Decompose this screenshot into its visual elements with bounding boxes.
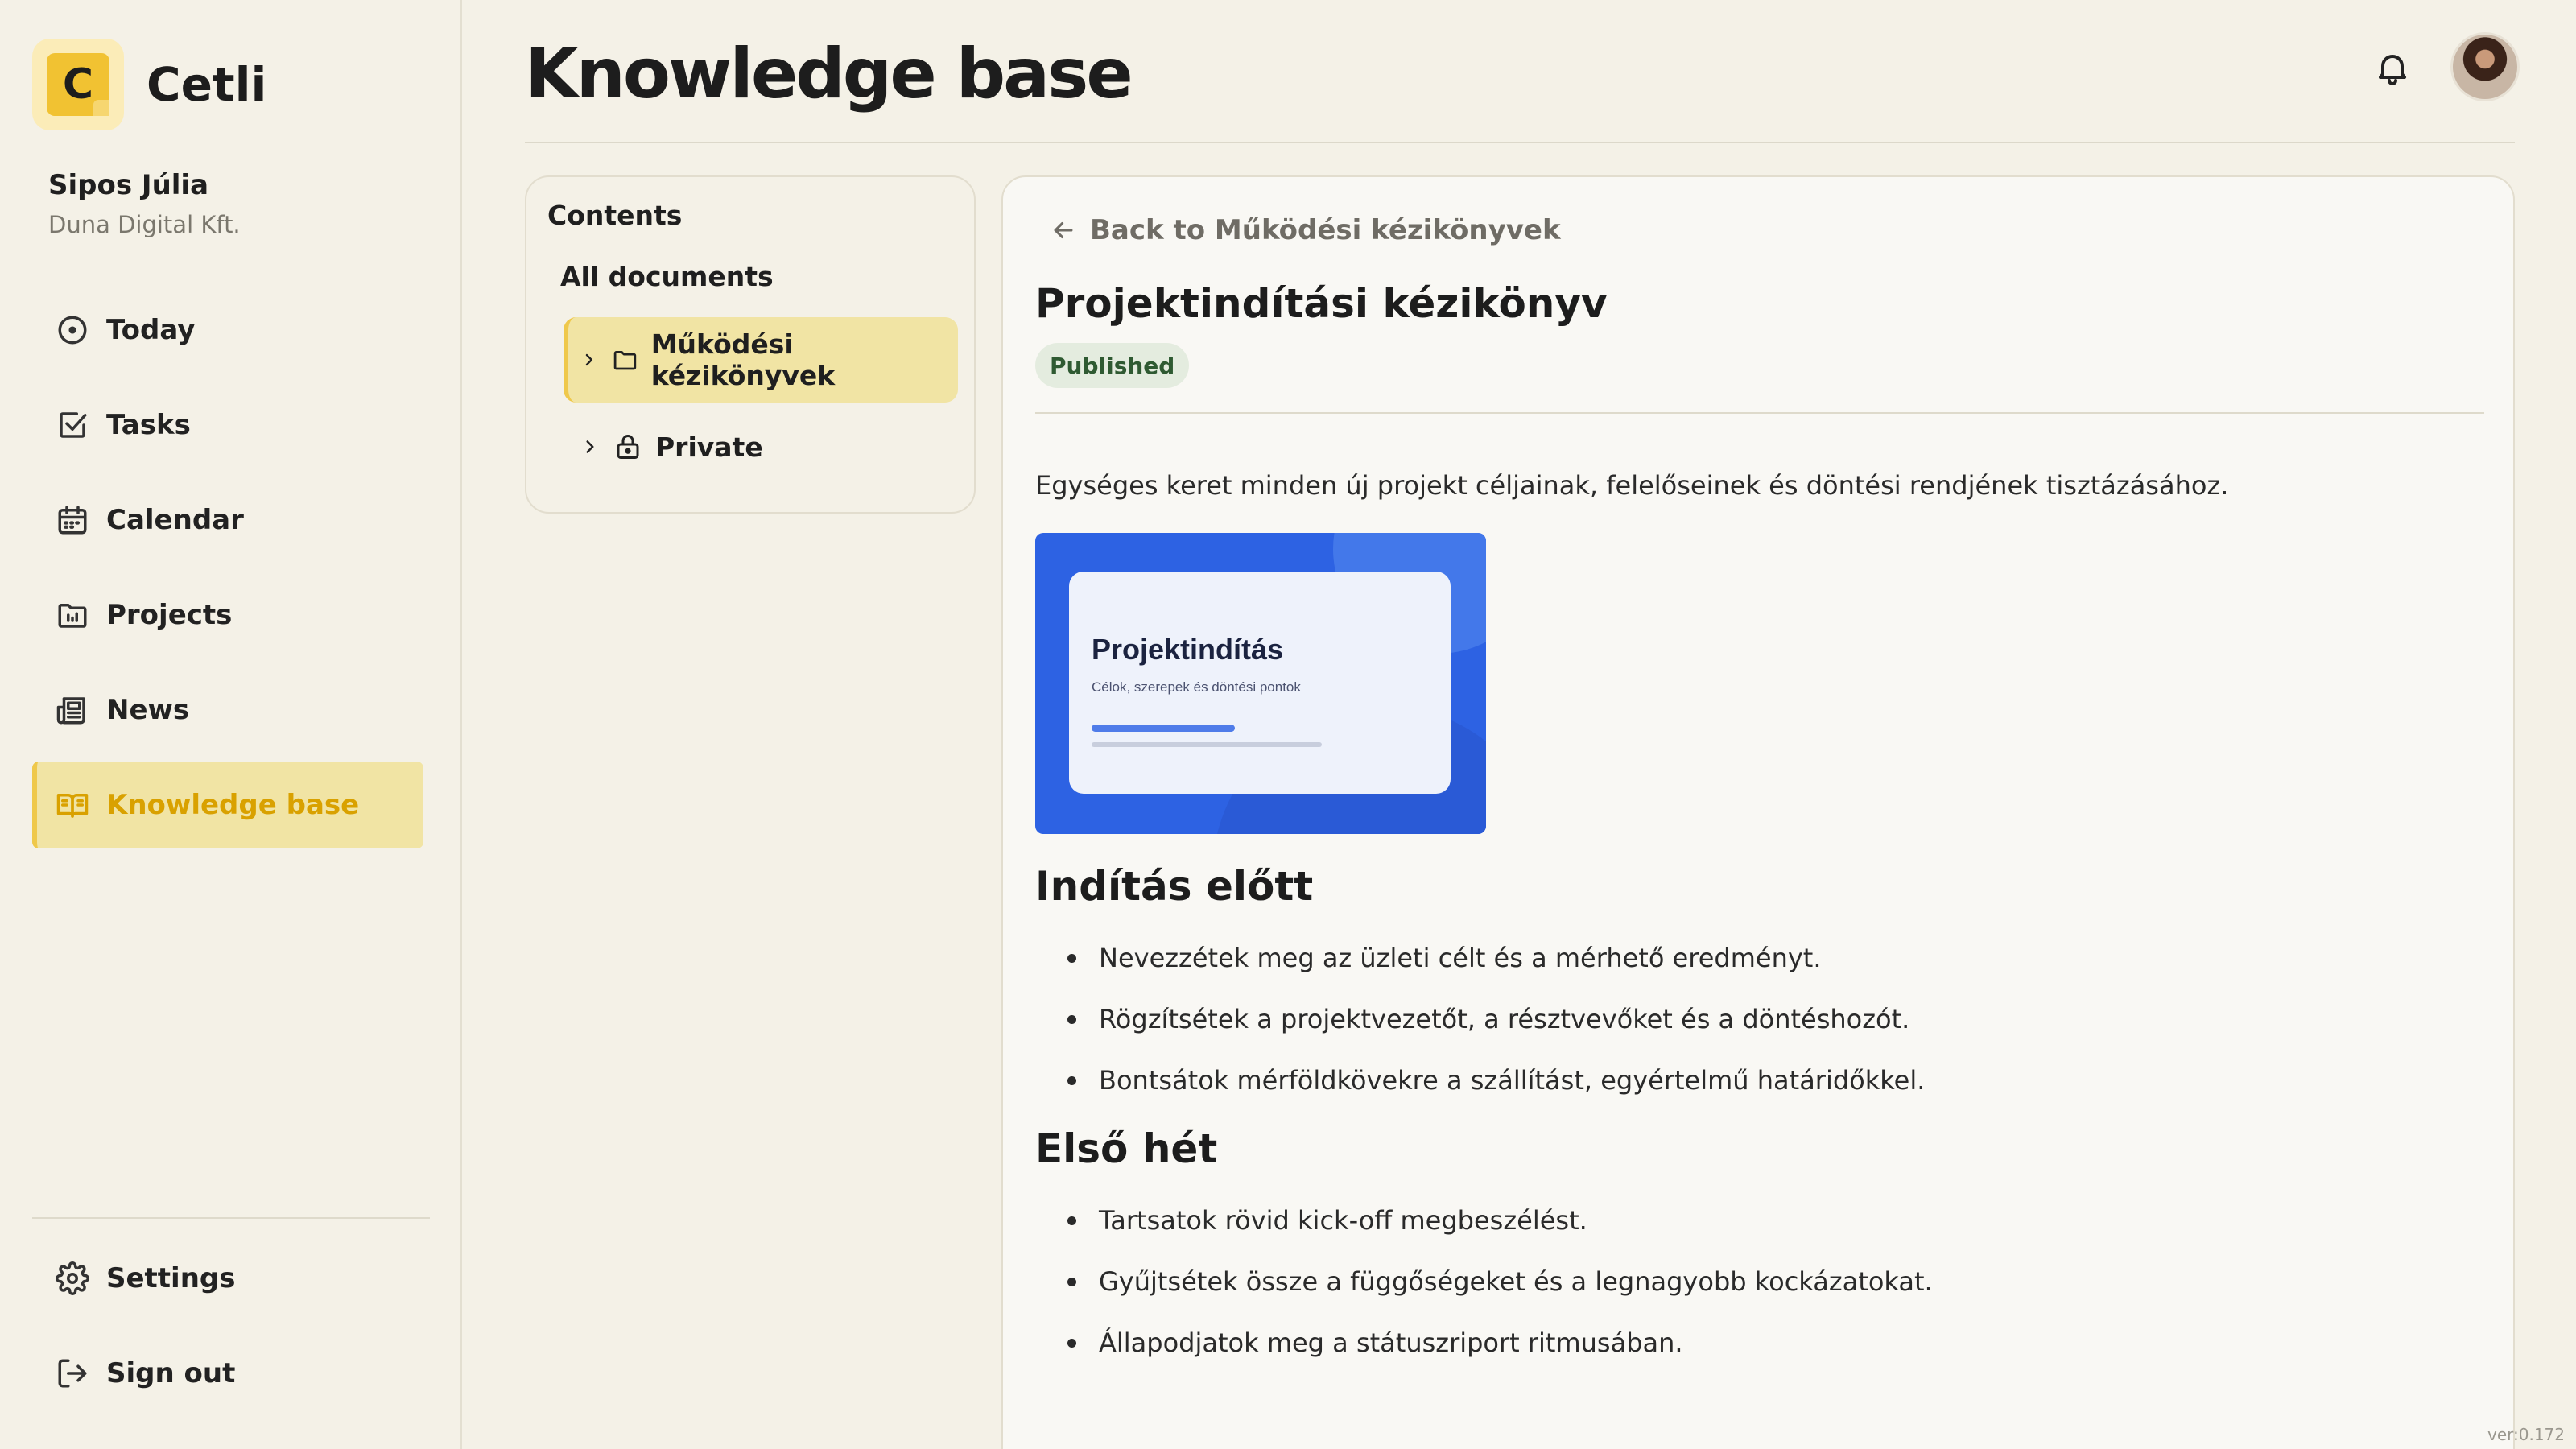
cover-subtitle: Célok, szerepek és döntési pontok: [1092, 679, 1301, 695]
tree-item-label: Működési kézikönyvek: [650, 328, 836, 391]
article-divider: [1035, 412, 2484, 414]
back-link[interactable]: Back to Működési kézikönyvek: [1050, 214, 1561, 246]
nav-item-knowledge-base[interactable]: Knowledge base: [32, 762, 423, 848]
lock-icon: [617, 435, 639, 459]
nav-item-label: Tasks: [106, 409, 191, 441]
nav-item-label: Settings: [106, 1262, 236, 1294]
section-heading: Indítás előtt: [1035, 863, 1314, 910]
calendar-icon: [55, 502, 90, 538]
nav-item-settings[interactable]: Settings: [32, 1235, 423, 1322]
arrow-left-icon: [1054, 221, 1073, 239]
nav-divider: [32, 1217, 430, 1219]
list-item: Rögzítsétek a projektvezetőt, a résztvev…: [1067, 989, 2436, 1050]
status-badge: Published: [1035, 343, 1190, 388]
avatar[interactable]: [2450, 32, 2520, 101]
nav-item-sign-out[interactable]: Sign out: [32, 1330, 423, 1417]
article-panel: Back to Működési kézikönyvek Projektindí…: [1001, 175, 2515, 1449]
sidebar: C Cetli Sipos Júlia Duna Digital Kft. To…: [0, 0, 462, 1449]
app-name: Cetli: [147, 57, 267, 112]
newspaper-icon: [55, 692, 90, 728]
tree-item-private[interactable]: Private: [564, 404, 958, 489]
user-name: Sipos Júlia: [48, 169, 209, 201]
list-item: Nevezzétek meg az üzleti célt és a mérhe…: [1067, 927, 2436, 989]
nav-item-label: News: [106, 694, 190, 726]
header-divider: [525, 142, 2515, 143]
checkbox-icon: [55, 407, 90, 443]
chevron-right-icon[interactable]: [580, 349, 599, 370]
version-label: ver:0.172: [2487, 1425, 2565, 1444]
contents-panel: Contents All documents Működési kéziköny…: [525, 175, 976, 514]
book-open-icon: [55, 787, 90, 823]
app-logo-letter: C: [47, 53, 109, 116]
nav-item-label: Today: [106, 314, 196, 346]
tree-item-mukodesi-kezikonyvek[interactable]: Működési kézikönyvek: [564, 317, 958, 402]
nav-item-news[interactable]: News: [32, 667, 423, 753]
cover-card: Projektindítás Célok, szerepek és döntés…: [1069, 572, 1451, 794]
chevron-right-icon[interactable]: [580, 436, 601, 457]
nav-item-projects[interactable]: Projects: [32, 572, 423, 658]
cover-image: Projektindítás Célok, szerepek és döntés…: [1035, 533, 1486, 834]
tree-item-label: Private: [655, 431, 763, 463]
bell-icon[interactable]: [2373, 48, 2412, 87]
nav-item-today[interactable]: Today: [32, 287, 423, 374]
nav-item-tasks[interactable]: Tasks: [32, 382, 423, 469]
document-title: Projektindítási kézikönyv: [1035, 280, 1608, 327]
all-documents-link[interactable]: All documents: [560, 261, 774, 292]
list-item: Gyűjtsétek össze a függőségeket és a leg…: [1067, 1251, 2436, 1312]
nav-item-calendar[interactable]: Calendar: [32, 477, 423, 564]
cover-bar: [1092, 742, 1322, 747]
section-heading: Első hét: [1035, 1125, 1218, 1172]
contents-title: Contents: [547, 200, 683, 231]
brand[interactable]: C Cetli: [32, 39, 266, 130]
nav-item-label: Calendar: [106, 504, 244, 536]
list-item: Bontsátok mérföldkövekre a szállítást, e…: [1067, 1050, 2436, 1111]
clock-icon: [55, 312, 90, 348]
bottom-nav: Settings Sign out: [32, 1235, 423, 1425]
document-intro: Egységes keret minden új projekt céljain…: [1035, 470, 2229, 501]
main-nav: Today Tasks Calendar Projects News Knowl…: [32, 287, 423, 857]
bullet-list: Tartsatok rövid kick-off megbeszélést. G…: [1067, 1190, 2436, 1373]
folder-icon: [613, 351, 636, 370]
page-title: Knowledge base: [525, 34, 1133, 114]
list-item: Állapodjatok meg a státuszriport ritmusá…: [1067, 1312, 2436, 1373]
app-logo: C: [32, 39, 124, 130]
gear-icon: [55, 1261, 90, 1296]
bullet-list: Nevezzétek meg az üzleti célt és a mérhe…: [1067, 927, 2436, 1111]
folder-chart-icon: [55, 597, 90, 633]
nav-item-label: Sign out: [106, 1357, 236, 1389]
cover-bar: [1092, 724, 1235, 732]
sign-out-icon: [55, 1356, 90, 1391]
list-item: Tartsatok rövid kick-off megbeszélést.: [1067, 1190, 2436, 1251]
nav-item-label: Knowledge base: [106, 789, 360, 821]
nav-item-label: Projects: [106, 599, 233, 631]
back-link-label: Back to Működési kézikönyvek: [1090, 214, 1561, 246]
cover-title: Projektindítás: [1092, 633, 1284, 666]
user-org: Duna Digital Kft.: [48, 211, 241, 238]
